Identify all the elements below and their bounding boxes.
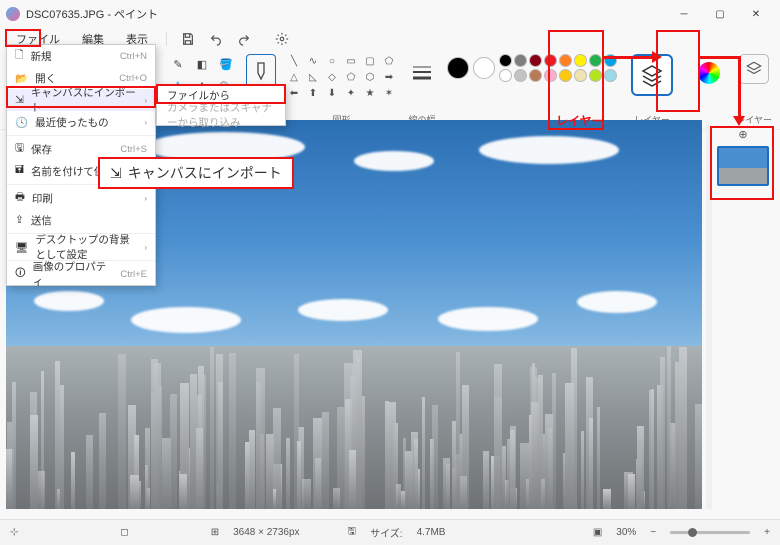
color-swatch[interactable] — [514, 54, 527, 67]
share-icon: ⇪ — [15, 214, 24, 226]
import-callout-text: キャンバスにインポート — [128, 163, 282, 183]
eraser-icon[interactable]: ◧ — [192, 54, 212, 74]
color-swatch[interactable] — [574, 69, 587, 82]
shape-arrowd-icon[interactable]: ⬇ — [324, 86, 340, 100]
color-swatch[interactable] — [574, 54, 587, 67]
color-swatch[interactable] — [499, 54, 512, 67]
shape-star6-icon[interactable]: ✶ — [381, 86, 397, 100]
undo-icon[interactable] — [207, 30, 225, 48]
color-primary[interactable] — [447, 57, 469, 79]
shape-pent-icon[interactable]: ⬠ — [343, 70, 359, 84]
canvas-dims: 3648 × 2736px — [233, 527, 299, 538]
color-swatch[interactable] — [514, 69, 527, 82]
color-swatch[interactable] — [529, 54, 542, 67]
layers-panel: ⊕ — [712, 124, 774, 509]
zoom-fit-icon[interactable]: ▣ — [593, 527, 602, 538]
pencil-icon[interactable]: ✎ — [168, 54, 188, 74]
window-title: DSC07635.JPG - ペイント — [26, 6, 158, 22]
shape-diamond-icon[interactable]: ◇ — [324, 70, 340, 84]
shape-star5-icon[interactable]: ★ — [362, 86, 378, 100]
file-set-bg[interactable]: 🖥デスクトップの背景として設定› — [7, 236, 155, 258]
shape-poly-icon[interactable]: ⬠ — [381, 54, 397, 68]
shape-star4-icon[interactable]: ✦ — [343, 86, 359, 100]
save-icon[interactable] — [179, 30, 197, 48]
zoom-in-button[interactable]: + — [764, 527, 770, 538]
annotation-callout: ⇲ キャンバスにインポート — [98, 157, 294, 189]
app-icon — [6, 7, 20, 21]
save-icon: 🖫 — [15, 140, 24, 158]
ribbon-shapes: ╲∿○▭▢⬠ △◺◇⬠⬡➡ ⬅⬆⬇✦★✶ 図形 — [286, 54, 397, 126]
zoom-slider[interactable] — [670, 531, 750, 534]
color-swatch[interactable] — [529, 69, 542, 82]
open-folder-icon: 📂 — [15, 72, 28, 85]
import-icon: ⇲ — [15, 94, 24, 106]
shape-rect-icon[interactable]: ▭ — [343, 54, 359, 68]
import-submenu: ファイルから カメラまたはスキャナーから取り込み — [156, 84, 286, 126]
filesize-icon: 🖫 — [348, 524, 357, 541]
color-swatch[interactable] — [589, 69, 602, 82]
shape-oval-icon[interactable]: ○ — [324, 54, 340, 68]
settings-icon[interactable] — [273, 30, 291, 48]
file-props[interactable]: 🛈画像のプロパティCtrl+E — [7, 263, 155, 285]
cursor-pos-icon: ⊹ — [10, 527, 18, 538]
color-swatch[interactable] — [544, 69, 557, 82]
ribbon-colors — [447, 54, 617, 126]
layer-thumb[interactable] — [717, 146, 769, 186]
color-swatch[interactable] — [589, 54, 602, 67]
file-print[interactable]: 🖶印刷› — [7, 187, 155, 209]
import-callout-icon: ⇲ — [110, 165, 122, 182]
shape-roundrect-icon[interactable]: ▢ — [362, 54, 378, 68]
zoom-value: 30% — [616, 527, 636, 538]
filesize-label: サイズ: — [370, 525, 402, 540]
zoom-out-button[interactable]: − — [650, 527, 656, 538]
fill-icon[interactable]: 🪣 — [216, 54, 236, 74]
file-send[interactable]: ⇪送信 — [7, 209, 155, 231]
shape-hex-icon[interactable]: ⬡ — [362, 70, 378, 84]
shape-arrowl-icon[interactable]: ⬅ — [286, 86, 302, 100]
shape-arrowr-icon[interactable]: ➡ — [381, 70, 397, 84]
shape-arrowu-icon[interactable]: ⬆ — [305, 86, 321, 100]
shape-rtri-icon[interactable]: ◺ — [305, 70, 321, 84]
clock-icon: 🕓 — [15, 116, 28, 129]
shape-curve-icon[interactable]: ∿ — [305, 54, 321, 68]
color-swatch[interactable] — [604, 69, 617, 82]
redo-icon[interactable] — [235, 30, 253, 48]
desktop-icon: 🖥 — [15, 241, 28, 254]
file-new[interactable]: 🗋新規Ctrl+N — [7, 45, 155, 67]
color-swatch[interactable] — [559, 69, 572, 82]
color-secondary[interactable] — [473, 57, 495, 79]
import-from-scanner[interactable]: カメラまたはスキャナーから取り込み — [157, 105, 285, 125]
shape-tri-icon[interactable]: △ — [286, 70, 302, 84]
filesize: 4.7MB — [417, 527, 446, 538]
new-file-icon: 🗋 — [15, 47, 23, 65]
layers-panel-toggle[interactable] — [739, 54, 769, 84]
color-swatch[interactable] — [499, 69, 512, 82]
props-icon: 🛈 — [15, 265, 26, 283]
color-swatch[interactable] — [559, 54, 572, 67]
minimize-button[interactable]: ─ — [666, 2, 702, 26]
selection-icon: ◻ — [120, 527, 128, 538]
save-as-icon: 🖬 — [15, 162, 24, 180]
print-icon: 🖶 — [15, 189, 25, 207]
file-import[interactable]: ⇲キャンバスにインポート› — [7, 89, 155, 111]
stroke-width-tool[interactable] — [407, 54, 437, 90]
maximize-button[interactable]: ▢ — [702, 2, 738, 26]
close-button[interactable]: ✕ — [738, 2, 774, 26]
color-swatch[interactable] — [544, 54, 557, 67]
add-layer-button[interactable]: ⊕ — [712, 124, 774, 144]
color-wheel-icon[interactable] — [698, 62, 720, 84]
dims-icon: ⊞ — [211, 527, 219, 538]
shape-line-icon[interactable]: ╲ — [286, 54, 302, 68]
